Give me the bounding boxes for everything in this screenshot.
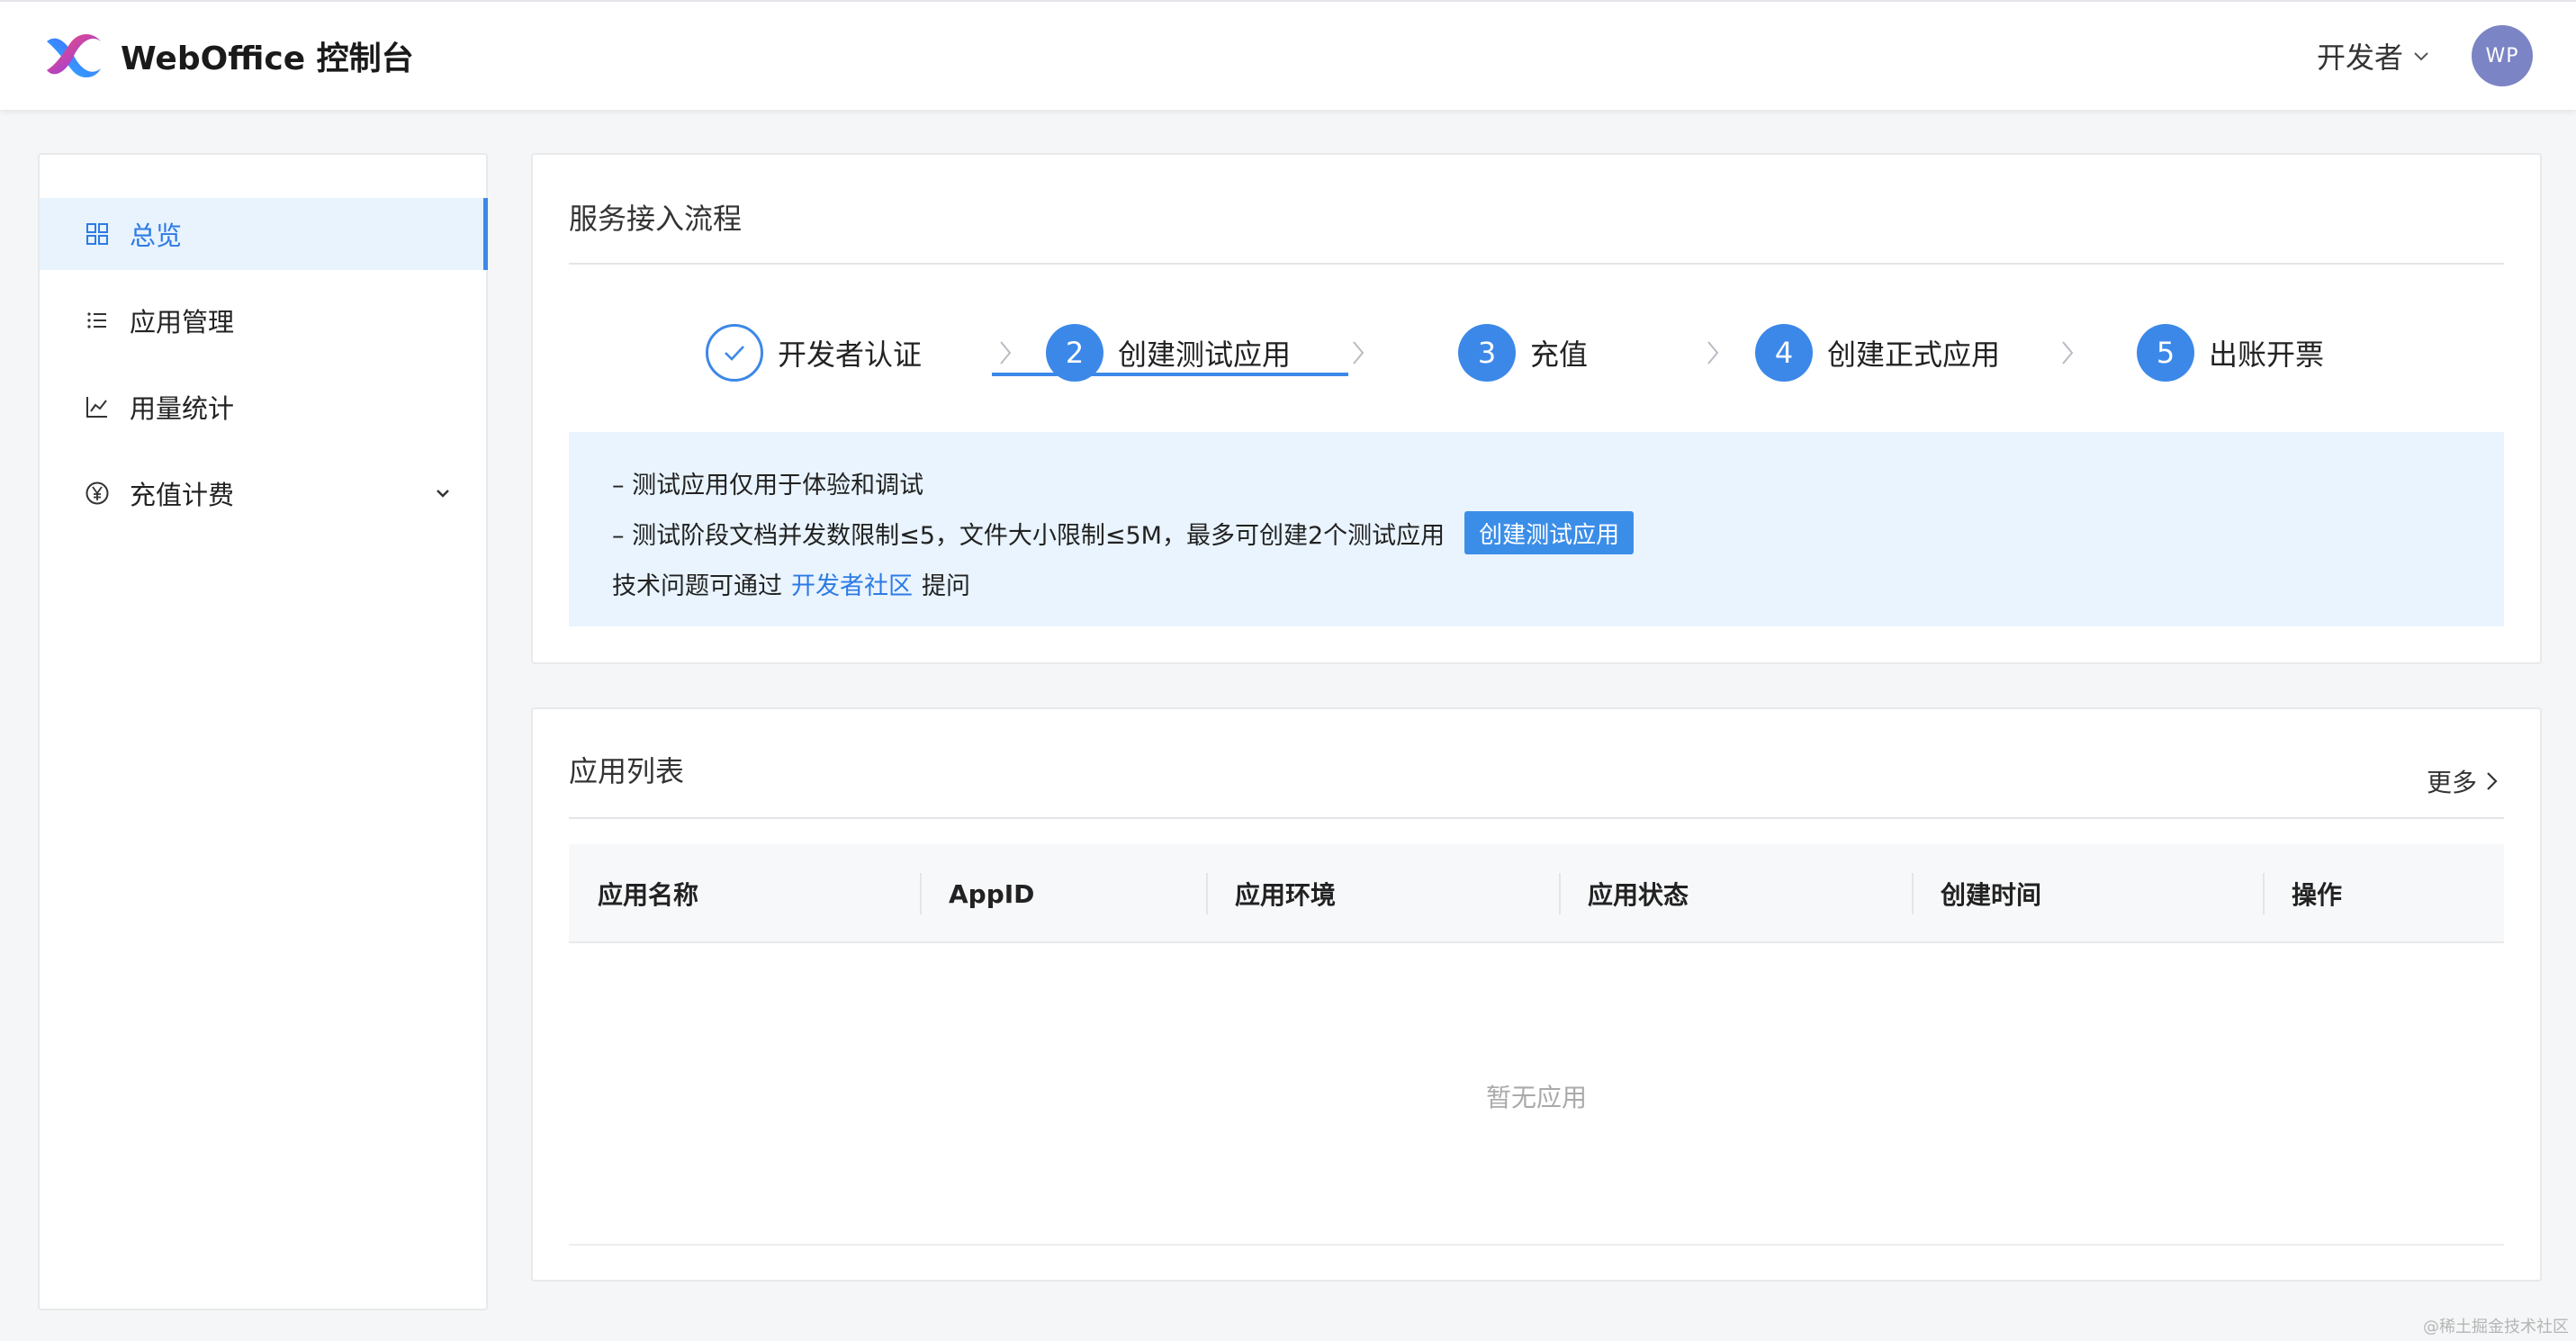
column-divider <box>1206 873 1208 914</box>
column-header-app-status: 应用状态 <box>1588 880 1689 910</box>
card-title: 服务接入流程 <box>569 202 743 236</box>
sidebar-item-label: 总览 <box>130 220 183 251</box>
info-line: – 测试应用仅用于体验和调试 <box>612 457 2504 508</box>
step-number: 5 <box>2137 324 2194 382</box>
grid-icon <box>86 223 108 245</box>
service-process-card: 服务接入流程 开发者认证 2 创建测试应用 3 充值 4 创建正式应用 5 出账… <box>531 153 2542 664</box>
more-link[interactable]: 更多 <box>2427 763 2502 799</box>
chevron-down-icon <box>2414 52 2428 61</box>
developer-community-link[interactable]: 开发者社区 <box>791 566 913 601</box>
app-list-card: 应用列表 更多 应用名称 AppID 应用环境 应用状态 创建时间 操作 暂无应… <box>531 707 2542 1282</box>
brand-title: WebOffice 控制台 <box>121 40 414 77</box>
sidebar-item-billing[interactable]: 充值计费 <box>40 457 486 529</box>
column-divider <box>1912 873 1914 914</box>
step-label: 出账开票 <box>2209 338 2325 372</box>
steps: 开发者认证 2 创建测试应用 3 充值 4 创建正式应用 5 出账开票 <box>533 299 2540 407</box>
chevron-down-icon <box>437 490 449 498</box>
step-create-test-app[interactable]: 2 创建测试应用 <box>1046 299 1291 407</box>
header-right: 开发者 WP <box>2317 25 2535 86</box>
chevron-right-icon <box>1707 341 1719 364</box>
divider <box>569 817 2504 819</box>
column-header-app-name: 应用名称 <box>598 880 699 910</box>
watermark: @稀土掘金技术社区 <box>2423 1318 2569 1336</box>
column-header-appid: AppID <box>949 878 1035 909</box>
empty-state-text: 暂无应用 <box>1485 1083 1587 1112</box>
chevron-right-icon <box>1353 341 1365 364</box>
card-title: 应用列表 <box>569 754 685 788</box>
info-text: – 测试应用仅用于体验和调试 <box>612 471 924 500</box>
step-label: 充值 <box>1530 338 1589 372</box>
chevron-right-icon <box>2062 341 2074 364</box>
weboffice-logo-icon[interactable] <box>41 29 106 83</box>
info-text: 技术问题可通过 <box>612 572 782 600</box>
step-label: 创建测试应用 <box>1118 338 1292 372</box>
sidebar: 总览 应用管理 用量统计 充值计费 <box>38 153 488 1310</box>
chevron-right-icon <box>2487 772 2498 790</box>
top-header: WebOffice 控制台 开发者 WP <box>0 0 2576 110</box>
step-create-formal-app[interactable]: 4 创建正式应用 <box>1755 299 2000 407</box>
step-recharge[interactable]: 3 充值 <box>1458 299 1588 407</box>
active-step-underline <box>992 373 1348 376</box>
info-box: – 测试应用仅用于体验和调试 – 测试阶段文档并发数限制≤5，文件大小限制≤5M… <box>569 432 2504 626</box>
info-text: – 测试阶段文档并发数限制≤5，文件大小限制≤5M，最多可创建2个测试应用 <box>612 521 1446 550</box>
table-bottom-line <box>569 1244 2504 1246</box>
sidebar-item-label: 用量统计 <box>130 393 235 424</box>
developer-menu[interactable]: 开发者 <box>2317 35 2432 76</box>
step-label: 创建正式应用 <box>1827 338 2001 372</box>
chevron-right-icon <box>1000 341 1012 364</box>
column-header-actions: 操作 <box>2292 880 2343 910</box>
step-number: 4 <box>1755 324 1813 382</box>
step-label: 开发者认证 <box>778 338 923 372</box>
step-number: 3 <box>1458 324 1516 382</box>
yen-icon <box>86 482 109 505</box>
avatar[interactable]: WP <box>2472 25 2533 86</box>
info-text: 提问 <box>922 572 970 600</box>
check-icon <box>706 324 763 382</box>
info-line: – 测试阶段文档并发数限制≤5，文件大小限制≤5M，最多可创建2个测试应用 创建… <box>612 508 2504 558</box>
line-chart-icon <box>86 397 107 418</box>
developer-menu-label: 开发者 <box>2316 40 2403 75</box>
sidebar-item-overview[interactable]: 总览 <box>40 198 488 270</box>
column-header-app-env: 应用环境 <box>1235 880 1337 910</box>
info-line: 技术问题可通过 开发者社区 提问 <box>612 558 2504 608</box>
divider <box>569 263 2504 265</box>
column-divider <box>2263 873 2265 914</box>
step-billing-invoice[interactable]: 5 出账开票 <box>2137 299 2324 407</box>
list-icon <box>87 312 106 328</box>
step-developer-verify[interactable]: 开发者认证 <box>706 299 922 407</box>
create-test-app-button[interactable]: 创建测试应用 <box>1464 511 1635 554</box>
column-header-created-time: 创建时间 <box>1941 880 2042 910</box>
more-label: 更多 <box>2426 768 2477 797</box>
column-divider <box>1559 873 1561 914</box>
sidebar-item-usage-stats[interactable]: 用量统计 <box>40 371 486 443</box>
sidebar-item-label: 应用管理 <box>130 307 235 338</box>
sidebar-item-app-management[interactable]: 应用管理 <box>40 284 486 356</box>
table-header: 应用名称 AppID 应用环境 应用状态 创建时间 操作 <box>569 844 2504 943</box>
column-divider <box>920 873 922 914</box>
sidebar-item-label: 充值计费 <box>130 480 235 510</box>
